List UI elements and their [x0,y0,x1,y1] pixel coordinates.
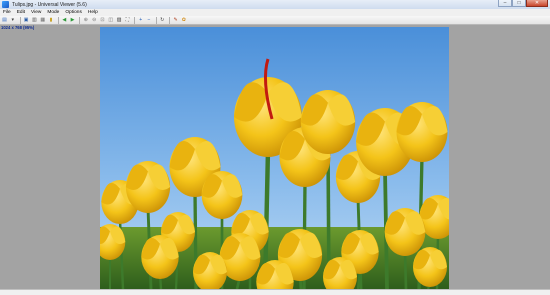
app-icon [2,1,9,8]
zoom-in-icon[interactable]: ⊕ [82,17,89,24]
window-title: Tulips.jpg - Universal Viewer (5.6) [12,1,87,8]
menu-file[interactable]: File [0,10,14,15]
minimize-button[interactable]: – [498,0,512,7]
toolbar-separator [169,16,171,24]
edit-icon[interactable]: ✎ [172,17,179,24]
back-icon[interactable]: ◀ [61,17,68,24]
view-mode-icon[interactable]: ▨ [116,17,123,24]
toolbar-separator [19,16,21,24]
save-icon[interactable]: ▣ [23,17,30,24]
toolbar-separator [134,16,136,24]
menu-options[interactable]: Options [62,10,85,15]
print-icon[interactable]: ▥ [31,17,38,24]
toolbar: ▤ ▾ ▣ ▥ ▦ ▮ ◀ ▶ ⊕ ⊖ ⊡ ◫ ▨ ⛶ + − ↻ ✎ ✿ [0,16,550,25]
close-button[interactable]: ✕ [526,0,548,7]
menu-bar: File Edit View Mode Options Help [0,9,550,16]
zoom-fit-icon[interactable]: ⊡ [99,17,106,24]
toolbar-separator [155,16,157,24]
delete-icon[interactable]: ▮ [47,17,54,24]
dropdown-icon[interactable]: ▾ [9,17,16,24]
rotate-icon[interactable]: ↻ [159,17,166,24]
remove-icon[interactable]: − [145,17,152,24]
window-controls: – □ ✕ [498,0,548,8]
menu-view[interactable]: View [28,10,44,15]
add-icon[interactable]: + [137,17,144,24]
menu-mode[interactable]: Mode [44,10,62,15]
toolbar-separator [79,16,81,24]
plugin-icon[interactable]: ✿ [180,17,187,24]
zoom-out-icon[interactable]: ⊖ [91,17,98,24]
menu-help[interactable]: Help [85,10,101,15]
image-viewer-area[interactable]: 1024 x 768 (95%) [0,25,550,289]
title-bar[interactable]: Tulips.jpg - Universal Viewer (5.6) – □ … [0,0,550,9]
actual-size-icon[interactable]: ◫ [107,17,114,24]
app-window: Tulips.jpg - Universal Viewer (5.6) – □ … [0,0,550,295]
image-canvas[interactable] [100,27,449,289]
image-dimensions-label: 1024 x 768 (95%) [1,25,35,30]
status-bar [0,289,550,295]
menu-edit[interactable]: Edit [14,10,28,15]
tulips-image [100,27,449,289]
fit-window-icon[interactable]: ⛶ [124,17,131,24]
maximize-button[interactable]: □ [512,0,526,7]
toolbar-separator [57,16,59,24]
open-icon[interactable]: ▤ [1,17,8,24]
forward-icon[interactable]: ▶ [69,17,76,24]
properties-icon[interactable]: ▦ [39,17,46,24]
